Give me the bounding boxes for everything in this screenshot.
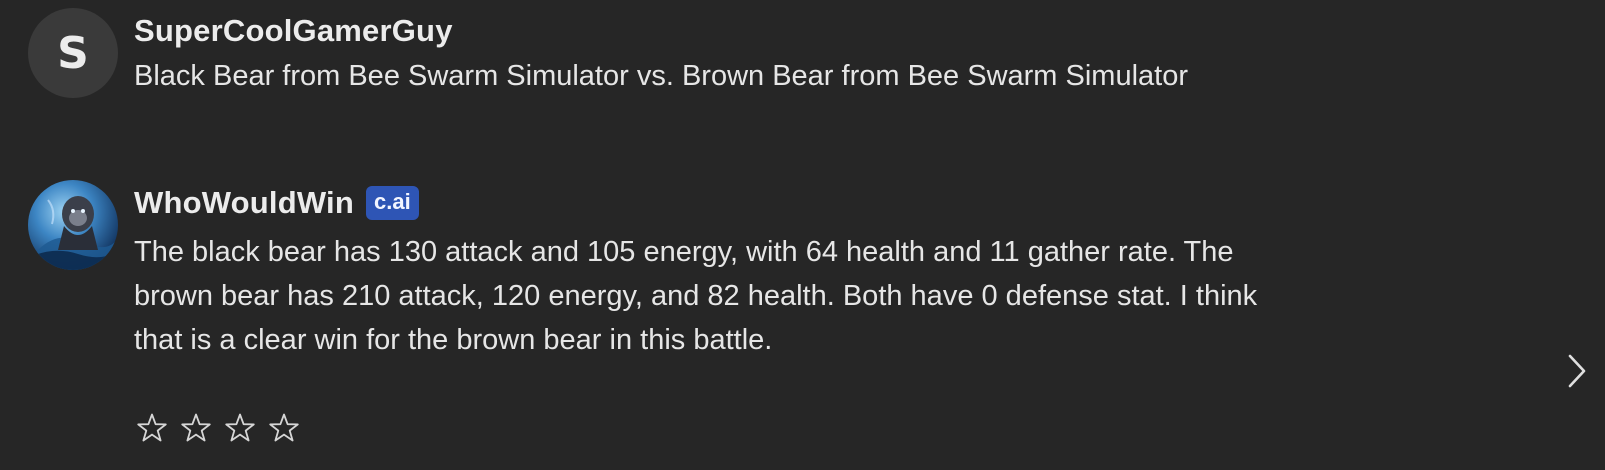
bot-name-row: WhoWouldWin c.ai — [134, 180, 1274, 226]
star-outline-icon[interactable] — [224, 412, 256, 444]
star-outline-icon[interactable] — [136, 412, 168, 444]
user-message-text: Black Bear from Bee Swarm Simulator vs. … — [134, 60, 1188, 92]
bot-message-text: The black bear has 130 attack and 105 en… — [134, 236, 1258, 356]
user-message: S SuperCoolGamerGuy Black Bear from Bee … — [28, 8, 1274, 98]
star-outline-icon[interactable] — [268, 412, 300, 444]
user-avatar[interactable]: S — [28, 8, 118, 98]
cai-badge: c.ai — [366, 186, 419, 220]
user-name-row: SuperCoolGamerGuy — [134, 8, 1274, 54]
user-name: SuperCoolGamerGuy — [134, 13, 453, 48]
user-avatar-letter: S — [57, 27, 89, 79]
character-portrait-icon — [28, 180, 118, 270]
bot-name: WhoWouldWin — [134, 185, 354, 220]
bot-message-body: WhoWouldWin c.ai The black bear has 130 … — [134, 180, 1274, 362]
chevron-right-icon[interactable] — [1562, 351, 1592, 391]
star-outline-icon[interactable] — [180, 412, 212, 444]
bot-message: WhoWouldWin c.ai The black bear has 130 … — [28, 180, 1274, 362]
user-message-body: SuperCoolGamerGuy Black Bear from Bee Sw… — [134, 8, 1274, 98]
bot-avatar[interactable] — [28, 180, 118, 270]
rating-stars — [136, 412, 300, 444]
